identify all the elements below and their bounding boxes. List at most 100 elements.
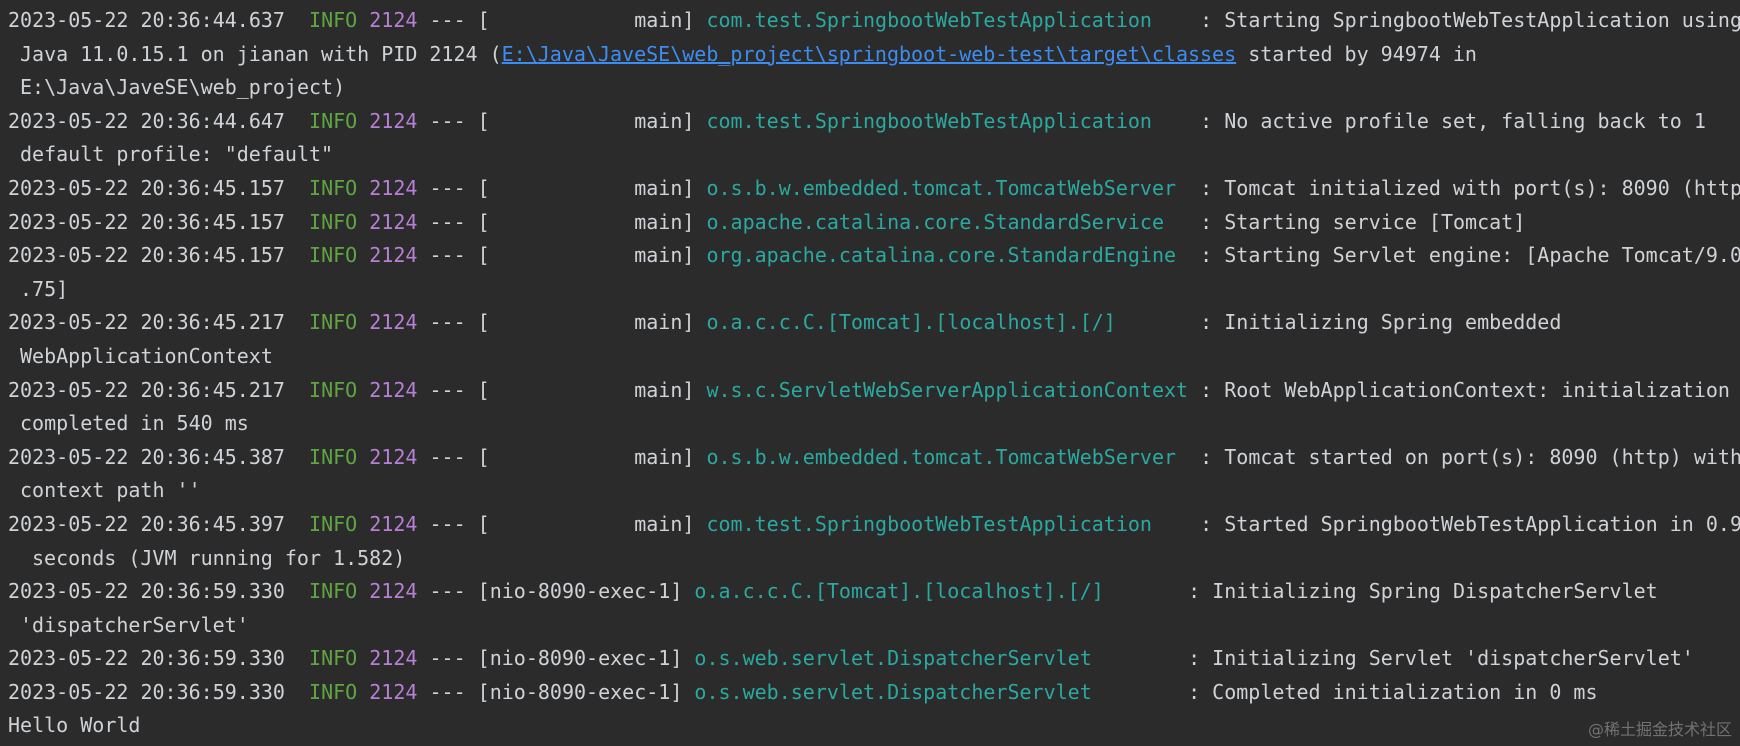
- log-timestamp: 2023-05-22 20:36:45.157: [8, 243, 285, 268]
- log-thread: [ main]: [477, 444, 695, 469]
- log-thread: [ main]: [477, 511, 695, 536]
- log-message-text: default profile: "default": [20, 142, 334, 167]
- log-separator: ---: [429, 377, 466, 402]
- log-message-text: .75]: [20, 276, 69, 301]
- log-separator: ---: [429, 175, 466, 200]
- log-line-continuation: seconds (JVM running for 1.582): [8, 542, 1740, 576]
- log-line-continuation: default profile: "default": [8, 138, 1740, 172]
- log-timestamp: 2023-05-22 20:36:59.330: [8, 646, 285, 671]
- log-timestamp: 2023-05-22 20:36:59.330: [8, 579, 285, 604]
- log-level: INFO: [309, 579, 358, 604]
- log-line-continuation: context path '': [8, 474, 1740, 508]
- log-line-continuation: completed in 540 ms: [8, 407, 1740, 441]
- log-timestamp: 2023-05-22 20:36:44.647: [8, 108, 285, 133]
- log-level: INFO: [309, 243, 358, 268]
- log-pid: 2124: [369, 243, 418, 268]
- log-line: 2023-05-22 20:36:44.647 INFO 2124 --- [ …: [8, 105, 1740, 139]
- log-message-text: context path '': [20, 478, 201, 503]
- log-pid: 2124: [369, 209, 418, 234]
- log-thread: [nio-8090-exec-1]: [477, 679, 683, 704]
- log-message-text: completed in 540 ms: [20, 411, 249, 436]
- program-output-line: Hello World: [8, 709, 1740, 743]
- log-message: : Initializing Spring embedded: [1200, 310, 1562, 335]
- log-timestamp: 2023-05-22 20:36:45.387: [8, 444, 285, 469]
- log-line: 2023-05-22 20:36:44.637 INFO 2124 --- [ …: [8, 4, 1740, 38]
- log-timestamp: 2023-05-22 20:36:59.330: [8, 679, 285, 704]
- log-message: : Starting SpringbootWebTestApplication …: [1200, 8, 1740, 32]
- log-line-continuation: .75]: [8, 273, 1740, 307]
- log-logger: o.apache.catalina.core.StandardService: [706, 209, 1165, 234]
- log-line: 2023-05-22 20:36:45.157 INFO 2124 --- [ …: [8, 172, 1740, 206]
- log-pid: 2124: [369, 108, 418, 133]
- program-output-text: Hello World: [8, 713, 141, 738]
- log-message: : Tomcat initialized with port(s): 8090 …: [1200, 175, 1740, 200]
- log-thread: [ main]: [477, 175, 695, 200]
- log-message-text: 'dispatcherServlet': [20, 612, 249, 637]
- log-pid: 2124: [369, 679, 418, 704]
- log-separator: ---: [429, 8, 466, 32]
- log-message: : Initializing Spring DispatcherServlet: [1188, 579, 1658, 604]
- log-logger: o.a.c.c.C.[Tomcat].[localhost].[/]: [706, 310, 1116, 335]
- log-level: INFO: [309, 209, 358, 234]
- log-logger: com.test.SpringbootWebTestApplication: [706, 108, 1152, 133]
- log-line: 2023-05-22 20:36:59.330 INFO 2124 --- [n…: [8, 575, 1740, 609]
- log-line-continuation: 'dispatcherServlet': [8, 609, 1740, 643]
- log-message-text: Java 11.0.15.1 on jianan with PID 2124 (: [20, 41, 502, 66]
- log-message: : Completed initialization in 0 ms: [1188, 679, 1598, 704]
- log-thread: [ main]: [477, 209, 695, 234]
- log-separator: ---: [429, 679, 466, 704]
- log-thread: [ main]: [477, 108, 695, 133]
- log-level: INFO: [309, 310, 358, 335]
- log-logger: com.test.SpringbootWebTestApplication: [706, 8, 1152, 32]
- log-message: : Starting Servlet engine: [Apache Tomca…: [1200, 243, 1740, 268]
- log-logger: o.s.web.servlet.DispatcherServlet: [694, 646, 1092, 671]
- log-line-continuation: WebApplicationContext: [8, 340, 1740, 374]
- log-message: : Started SpringbootWebTestApplication i…: [1200, 511, 1740, 536]
- log-separator: ---: [429, 108, 466, 133]
- log-separator: ---: [429, 579, 466, 604]
- log-separator: ---: [429, 511, 466, 536]
- log-line: 2023-05-22 20:36:45.217 INFO 2124 --- [ …: [8, 306, 1740, 340]
- log-separator: ---: [429, 209, 466, 234]
- log-message-text: E:\Java\JaveSE\web_project): [20, 75, 346, 100]
- log-thread: [ main]: [477, 377, 695, 402]
- log-timestamp: 2023-05-22 20:36:45.157: [8, 175, 285, 200]
- log-line: 2023-05-22 20:36:45.387 INFO 2124 --- [ …: [8, 441, 1740, 475]
- log-pid: 2124: [369, 310, 418, 335]
- log-line: 2023-05-22 20:36:45.397 INFO 2124 --- [ …: [8, 508, 1740, 542]
- log-pid: 2124: [369, 8, 418, 32]
- log-line-continuation: Java 11.0.15.1 on jianan with PID 2124 (…: [8, 38, 1740, 72]
- log-message: : No active profile set, falling back to…: [1200, 108, 1706, 133]
- log-line: 2023-05-22 20:36:45.157 INFO 2124 --- [ …: [8, 206, 1740, 240]
- log-separator: ---: [429, 310, 466, 335]
- log-line-continuation: E:\Java\JaveSE\web_project): [8, 71, 1740, 105]
- log-message: : Starting service [Tomcat]: [1200, 209, 1526, 234]
- log-level: INFO: [309, 108, 358, 133]
- log-line: 2023-05-22 20:36:45.157 INFO 2124 --- [ …: [8, 239, 1740, 273]
- console-output: 2023-05-22 20:36:44.637 INFO 2124 --- [ …: [8, 4, 1740, 746]
- log-logger: o.s.web.servlet.DispatcherServlet: [694, 679, 1092, 704]
- log-timestamp: 2023-05-22 20:36:45.157: [8, 209, 285, 234]
- log-thread: [ main]: [477, 310, 695, 335]
- log-timestamp: 2023-05-22 20:36:45.217: [8, 310, 285, 335]
- log-logger: w.s.c.ServletWebServerApplicationContext: [706, 377, 1189, 402]
- classpath-link[interactable]: E:\Java\JaveSE\web_project\springboot-we…: [502, 42, 1237, 66]
- log-separator: ---: [429, 243, 466, 268]
- log-level: INFO: [309, 444, 358, 469]
- log-pid: 2124: [369, 511, 418, 536]
- log-separator: ---: [429, 646, 466, 671]
- log-thread: [ main]: [477, 8, 695, 32]
- log-message-text: started by 94974 in: [1236, 41, 1477, 66]
- log-level: INFO: [309, 8, 358, 32]
- log-message-text: seconds (JVM running for 1.582): [32, 545, 406, 570]
- log-timestamp: 2023-05-22 20:36:45.397: [8, 511, 285, 536]
- log-pid: 2124: [369, 579, 418, 604]
- log-level: INFO: [309, 646, 358, 671]
- log-logger: o.s.b.w.embedded.tomcat.TomcatWebServer: [706, 444, 1177, 469]
- log-timestamp: 2023-05-22 20:36:45.217: [8, 377, 285, 402]
- log-message: : Initializing Servlet 'dispatcherServle…: [1188, 646, 1694, 671]
- log-logger: o.s.b.w.embedded.tomcat.TomcatWebServer: [706, 175, 1177, 200]
- log-timestamp: 2023-05-22 20:36:44.637: [8, 8, 285, 32]
- log-thread: [nio-8090-exec-1]: [477, 646, 683, 671]
- watermark: @稀土掘金技术社区: [1587, 720, 1732, 739]
